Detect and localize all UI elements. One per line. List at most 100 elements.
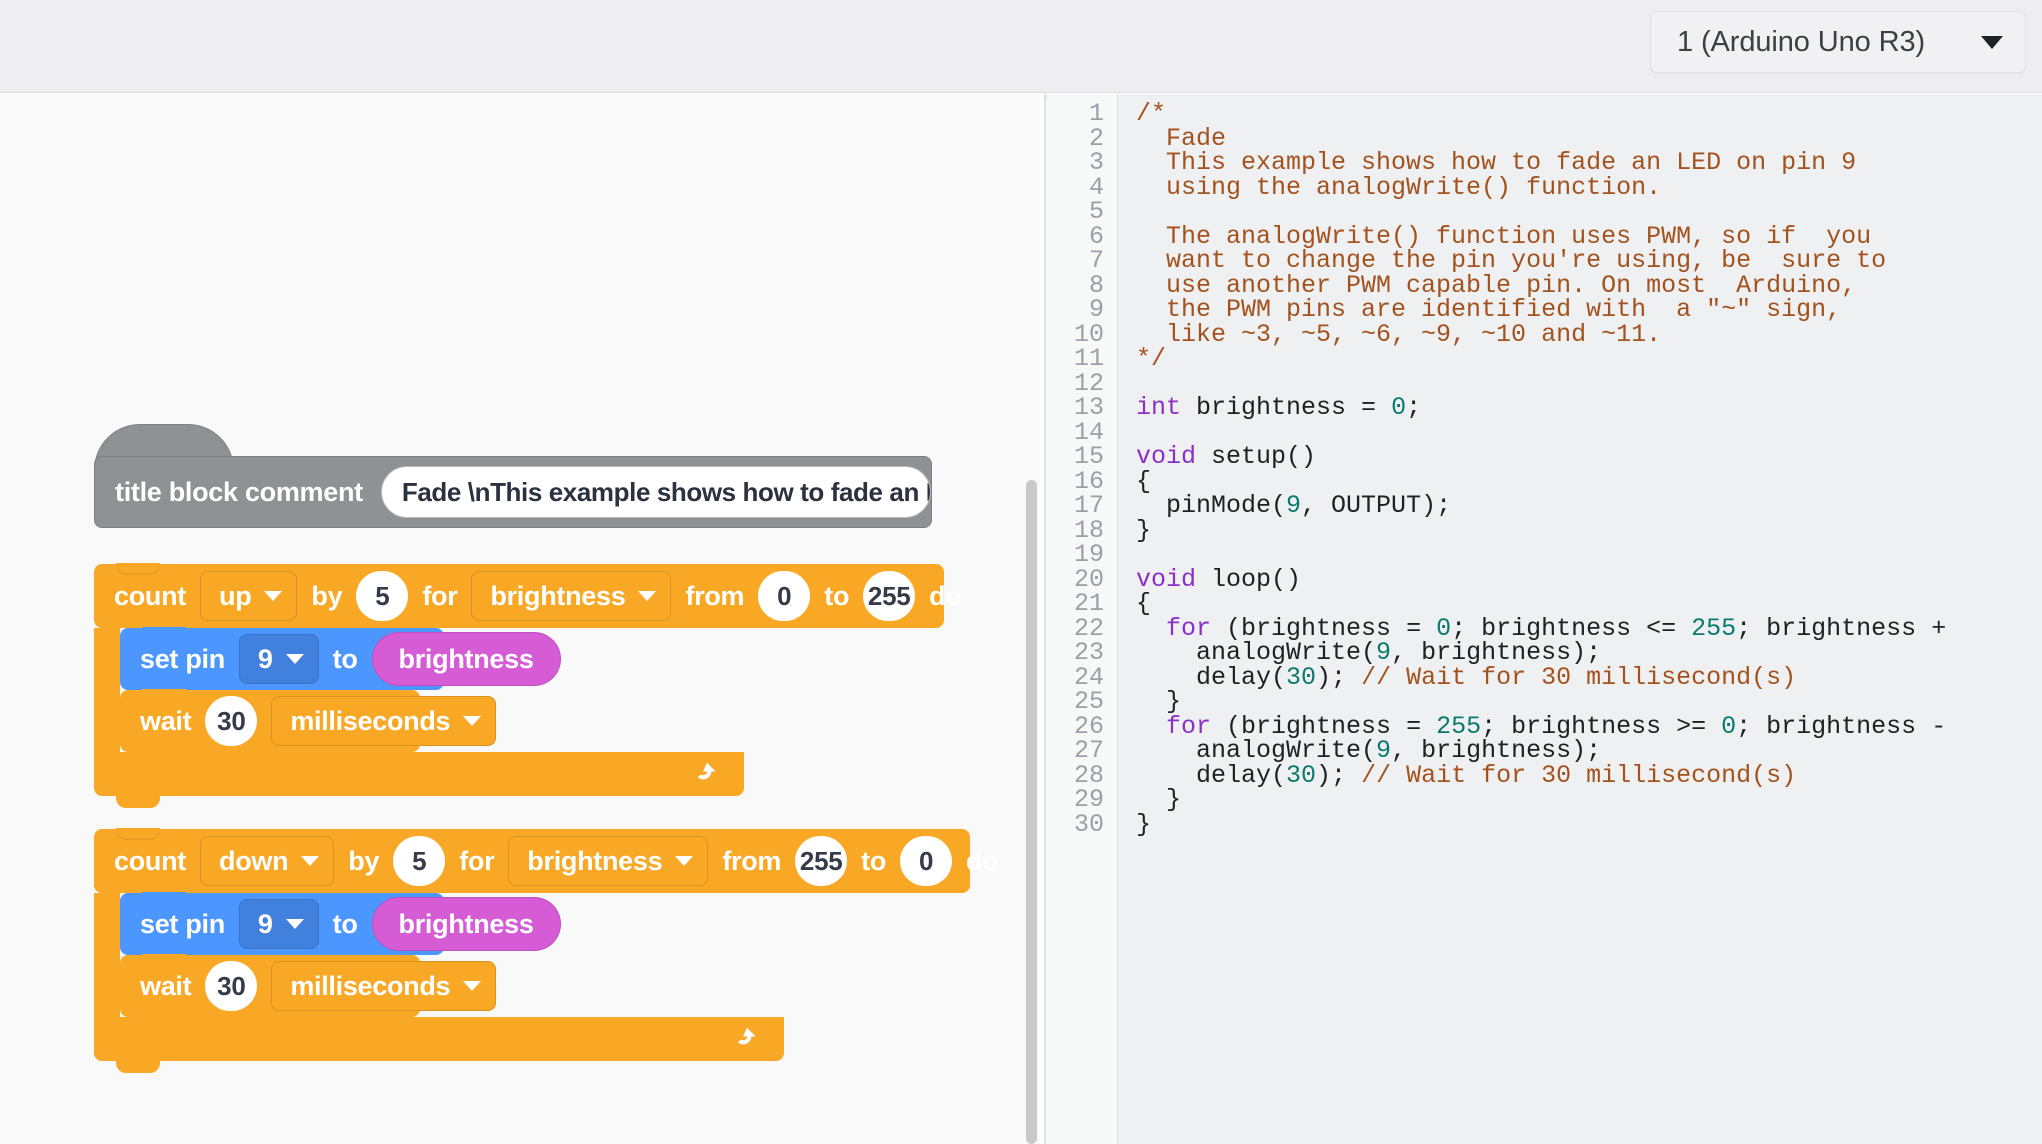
from-label-1: from: [685, 580, 745, 611]
board-selector-dropdown[interactable]: 1 (Arduino Uno R3): [1650, 11, 2026, 73]
wait-label-1: wait: [140, 705, 192, 736]
code-line: delay(30); // Wait for 30 millisecond(s): [1118, 760, 2042, 790]
wait-amount-input-1[interactable]: 30: [205, 696, 258, 746]
loop-arrow-icon: [737, 1027, 756, 1045]
to-label-2: to: [861, 845, 887, 876]
code-token-plain: );: [1316, 662, 1362, 692]
line-number: 13: [1073, 393, 1104, 422]
count-step-input-1[interactable]: 5: [356, 571, 409, 621]
line-number: 17: [1073, 491, 1104, 520]
set-pin-label-1: set pin: [140, 643, 225, 674]
line-number: 19: [1073, 540, 1104, 569]
code-token-plain: );: [1316, 760, 1362, 790]
code-line: void loop(): [1118, 567, 2042, 593]
variable-block-brightness-1[interactable]: brightness: [371, 632, 561, 686]
loop-arrow-icon: [697, 762, 716, 780]
count-loop-header-2: count down by 5 for brightness from 255 …: [94, 828, 999, 893]
code-token-number: 0: [1721, 711, 1737, 741]
code-token-comment: // Wait for 30 millisecond(s): [1361, 760, 1797, 790]
count-variable-dropdown-1[interactable]: brightness: [471, 571, 672, 621]
comment-text-input[interactable]: Fade \nThis example shows how to fade an…: [380, 466, 931, 518]
line-number: 7: [1088, 246, 1104, 275]
loop-spine: [94, 628, 120, 752]
by-label-1: by: [311, 580, 343, 611]
count-loop-footer-1: [94, 752, 744, 808]
chevron-down-icon: [301, 856, 320, 866]
line-number: 15: [1073, 442, 1104, 471]
chevron-down-icon: [285, 654, 304, 664]
code-text-area[interactable]: /* Fade This example shows how to fade a…: [1118, 94, 2042, 1144]
count-variable-value-1: brightness: [490, 580, 626, 611]
set-pin-block-2[interactable]: set pin 9 to brightness: [120, 892, 561, 955]
app-header: 1 (Arduino Uno R3): [0, 0, 2042, 93]
arduino-block-ide: 1 (Arduino Uno R3) title block comment F…: [0, 0, 2042, 1144]
chevron-down-icon: [638, 591, 657, 601]
code-line: }: [1118, 515, 2042, 545]
line-number: 5: [1088, 197, 1104, 226]
count-direction-dropdown-2[interactable]: down: [200, 836, 335, 886]
comment-block-label: title block comment: [115, 476, 363, 507]
set-pin-block-1[interactable]: set pin 9 to brightness: [120, 627, 561, 690]
wait-amount-input-2[interactable]: 30: [205, 961, 258, 1011]
count-variable-dropdown-2[interactable]: brightness: [508, 836, 709, 886]
wait-block-2[interactable]: wait 30 milliseconds: [120, 954, 497, 1017]
line-number: 23: [1073, 638, 1104, 667]
code-token-comment: using the analogWrite() function.: [1136, 172, 1662, 202]
title-block-comment[interactable]: title block comment Fade \nThis example …: [94, 424, 932, 528]
count-from-input-1[interactable]: 0: [758, 571, 811, 621]
chevron-down-icon: [1981, 35, 2003, 49]
count-to-input-2[interactable]: 0: [900, 836, 953, 886]
code-line: }: [1118, 809, 2042, 839]
set-pin-number-dropdown-2[interactable]: 9: [238, 899, 319, 949]
count-loop-header-1: count up by 5 for brightness from 0 to 2…: [94, 563, 962, 628]
count-loop-block-2[interactable]: count down by 5 for brightness from 255 …: [94, 828, 999, 1073]
line-number: 11: [1073, 344, 1104, 373]
for-label-1: for: [422, 580, 458, 611]
code-token-number: 255: [1691, 613, 1737, 643]
line-number: 27: [1073, 736, 1104, 765]
line-number: 29: [1073, 785, 1104, 814]
code-token-comment: */: [1136, 344, 1167, 373]
count-loop-body-1: set pin 9 to brightness wait 30 millisec…: [94, 627, 944, 752]
set-pin-number-dropdown-1[interactable]: 9: [238, 634, 319, 684]
line-number: 25: [1073, 687, 1104, 716]
count-loop-block-1[interactable]: count up by 5 for brightness from 0 to 2…: [94, 563, 962, 808]
for-label-2: for: [459, 845, 495, 876]
wait-unit-dropdown-1[interactable]: milliseconds: [271, 696, 497, 746]
code-token-plain: setup(): [1196, 442, 1317, 471]
code-editor-panel[interactable]: 1 2 3 4 5 6 7 8 9 10 11 12 13 14 15 16 17 18 19 20 21 22 23 24 2…: [1046, 94, 2042, 1144]
count-from-input-2[interactable]: 255: [795, 836, 848, 886]
count-step-input-2[interactable]: 5: [393, 836, 446, 886]
by-label-2: by: [348, 845, 380, 876]
code-token-plain: }: [1136, 809, 1152, 839]
code-token-plain: ;: [1406, 393, 1422, 422]
code-line: delay(30); // Wait for 30 millisecond(s): [1118, 662, 2042, 692]
set-pin-number-value-2: 9: [257, 908, 273, 939]
code-token-number: 30: [1286, 760, 1317, 790]
count-to-input-1[interactable]: 255: [863, 571, 916, 621]
code-line: /*: [1118, 101, 2042, 127]
line-number: 8: [1088, 270, 1104, 300]
chevron-down-icon: [264, 591, 283, 601]
count-loop-footer-2: [94, 1017, 784, 1073]
count-loop-body-2: set pin 9 to brightness wait 30 millisec…: [94, 892, 970, 1017]
set-pin-label-2: set pin: [140, 908, 225, 939]
line-number-list: 1 2 3 4 5 6 7 8 9 10 11 12 13 14 15 16 17 18 19 20 21 22 23 24 2…: [1046, 94, 1117, 837]
code-token-comment: // Wait for 30 millisecond(s): [1361, 662, 1797, 692]
line-number: 1: [1088, 99, 1104, 128]
code-line: */: [1118, 344, 2042, 373]
blocks-scrollbar-thumb[interactable]: [1026, 480, 1037, 1144]
wait-unit-dropdown-2[interactable]: milliseconds: [271, 961, 497, 1011]
variable-block-brightness-2[interactable]: brightness: [371, 897, 561, 951]
count-direction-dropdown-1[interactable]: up: [200, 571, 298, 621]
code-token-plain: }: [1136, 515, 1152, 545]
set-pin-number-value-1: 9: [257, 643, 273, 674]
from-label-2: from: [722, 845, 782, 876]
blocks-workspace[interactable]: title block comment Fade \nThis example …: [0, 94, 1040, 1144]
line-number: 30: [1073, 809, 1104, 839]
do-label-2: do: [966, 845, 999, 876]
count-variable-value-2: brightness: [527, 845, 663, 876]
code-token-keyword: int: [1136, 393, 1182, 422]
wait-block-1[interactable]: wait 30 milliseconds: [120, 689, 497, 752]
code-token-plain: ; brightness -: [1736, 711, 1947, 741]
